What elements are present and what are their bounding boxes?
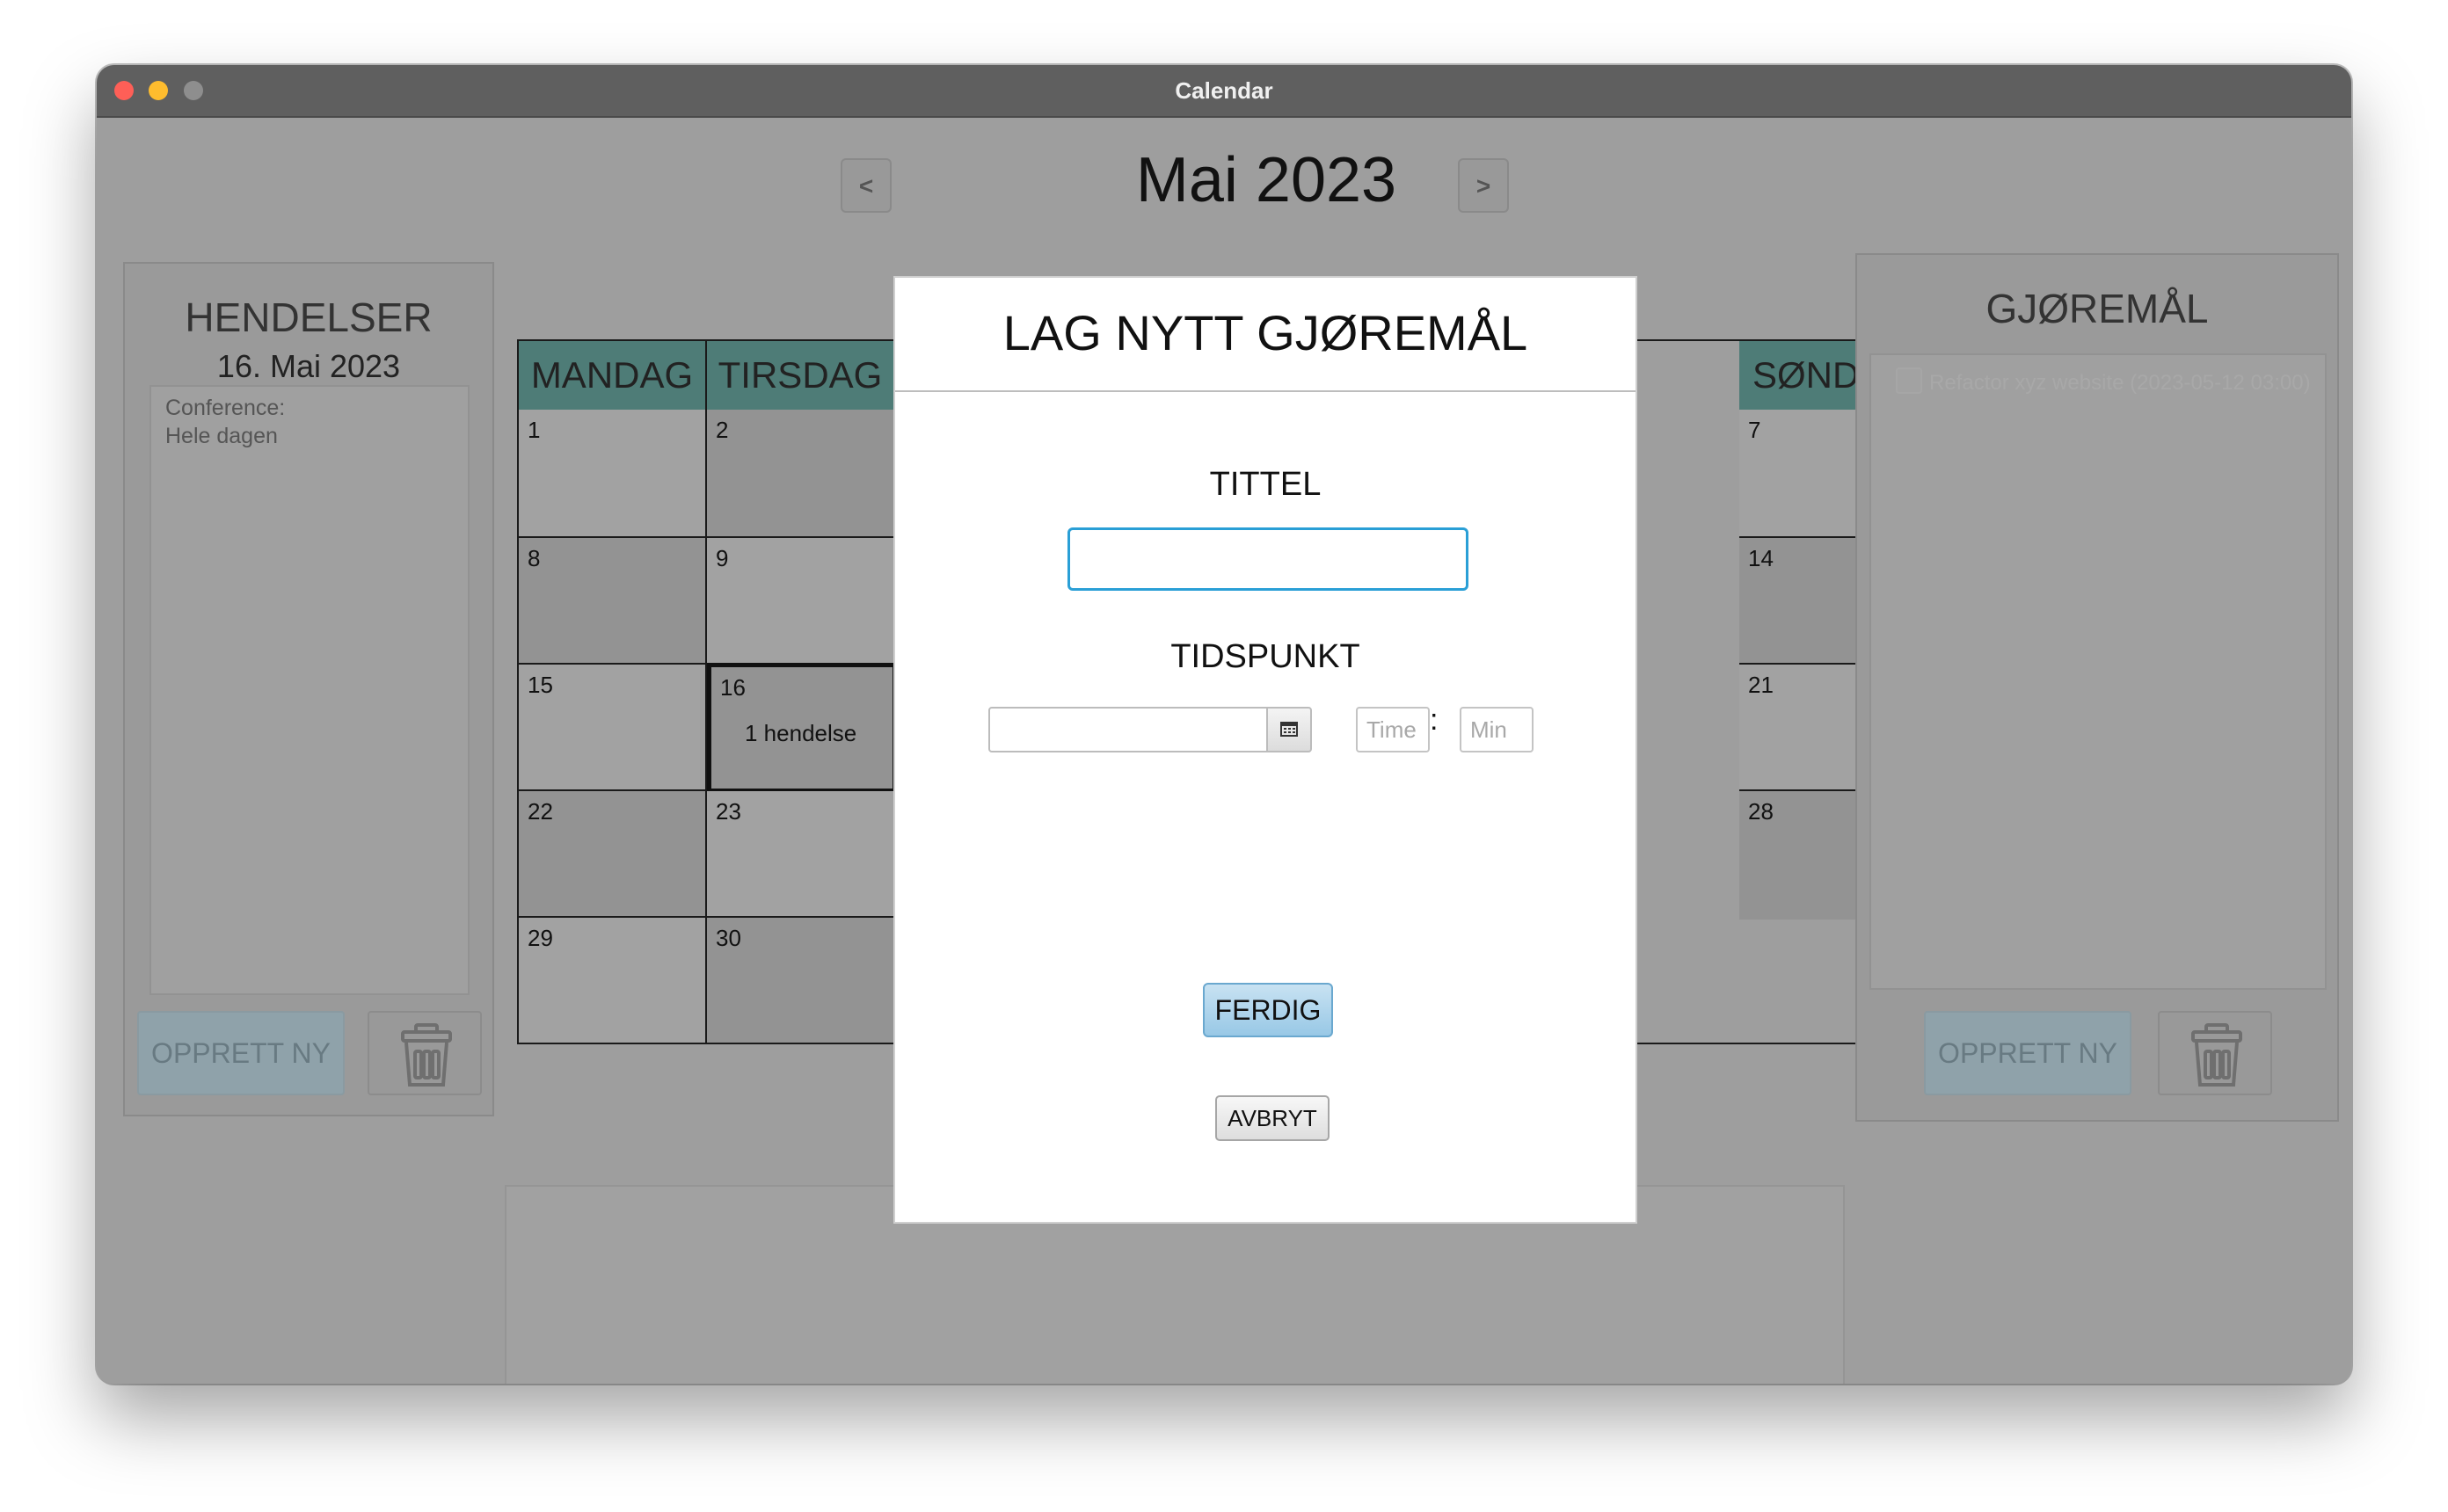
- event-name: Conference:: [165, 396, 286, 420]
- hour-input[interactable]: [1356, 707, 1430, 752]
- day-cell[interactable]: 29: [519, 918, 707, 1043]
- trash-icon: [2191, 1023, 2242, 1087]
- time-separator: :: [1430, 703, 1439, 737]
- day-number: 29: [528, 925, 553, 951]
- dialog-divider: [895, 390, 1636, 392]
- day-header-tuesday: TIRSDAG: [707, 341, 895, 410]
- day-cell[interactable]: 9: [707, 538, 895, 665]
- day-number: 22: [528, 798, 553, 825]
- previous-month-button[interactable]: <: [841, 158, 892, 213]
- todo-panel: GJØREMÅL Refactor xyz website (2023-05-1…: [1855, 253, 2339, 1122]
- date-picker-button[interactable]: [1266, 707, 1312, 752]
- delete-todo-button[interactable]: [2158, 1011, 2272, 1095]
- calendar-icon: [1280, 722, 1298, 737]
- create-todo-button[interactable]: OPPRETT NY: [1924, 1011, 2131, 1095]
- events-panel: HENDELSER 16. Mai 2023 Conference: Hele …: [123, 262, 494, 1116]
- dialog-title: LAG NYTT GJØREMÅL: [1002, 305, 1528, 360]
- day-cell[interactable]: 30: [707, 918, 895, 1043]
- day-cell[interactable]: 22: [519, 791, 707, 918]
- create-event-button[interactable]: OPPRETT NY: [137, 1011, 345, 1095]
- new-todo-dialog: LAG NYTT GJØREMÅL TITTEL TIDSPUNKT : FER…: [893, 276, 1637, 1224]
- todo-checkbox[interactable]: [1896, 367, 1922, 394]
- events-selected-date: 16. Mai 2023: [216, 348, 401, 384]
- event-count-label: 1 hendelse: [745, 720, 857, 746]
- trash-icon: [401, 1023, 452, 1087]
- minute-input[interactable]: [1460, 707, 1534, 752]
- day-number: 2: [716, 417, 729, 443]
- day-number: 15: [528, 672, 553, 698]
- day-number: 30: [716, 925, 741, 951]
- date-input[interactable]: [988, 707, 1268, 752]
- day-number: 28: [1748, 798, 1774, 825]
- todo-panel-title: GJØREMÅL: [1985, 286, 2209, 331]
- window-title: Calendar: [1175, 77, 1273, 104]
- day-cell[interactable]: 2: [707, 410, 895, 538]
- time-label: TIDSPUNKT: [1170, 638, 1360, 675]
- day-number: 9: [716, 545, 729, 571]
- events-panel-title: HENDELSER: [185, 294, 433, 340]
- day-number: 16: [720, 674, 746, 701]
- day-number: 1: [528, 417, 541, 443]
- day-number: 21: [1748, 672, 1774, 698]
- day-header-monday: MANDAG: [519, 341, 707, 410]
- month-title: Mai 2023: [1135, 145, 1397, 215]
- list-item[interactable]: Refactor xyz website (2023-05-12 03:00): [1871, 355, 2325, 408]
- list-item[interactable]: Conference: Hele dagen: [165, 394, 285, 450]
- day-cell[interactable]: 23: [707, 791, 895, 918]
- title-bar: Calendar: [97, 65, 2351, 118]
- title-input[interactable]: [1067, 527, 1468, 591]
- done-button[interactable]: FERDIG: [1203, 983, 1333, 1037]
- delete-event-button[interactable]: [368, 1011, 482, 1095]
- day-number: 8: [528, 545, 541, 571]
- day-number: 14: [1748, 545, 1774, 571]
- todo-list[interactable]: Refactor xyz website (2023-05-12 03:00): [1869, 353, 2327, 990]
- day-number: 7: [1748, 417, 1761, 443]
- title-label: TITTEL: [1209, 466, 1322, 503]
- todo-text: Refactor xyz website (2023-05-12 03:00): [1929, 371, 2311, 395]
- next-month-button[interactable]: >: [1458, 158, 1509, 213]
- events-list[interactable]: Conference: Hele dagen: [149, 385, 470, 995]
- day-number: 23: [716, 798, 741, 825]
- day-cell[interactable]: 8: [519, 538, 707, 665]
- day-cell-selected[interactable]: 16 1 hendelse: [707, 663, 897, 793]
- cancel-button[interactable]: AVBRYT: [1215, 1095, 1330, 1141]
- day-cell[interactable]: 1: [519, 410, 707, 538]
- event-time: Hele dagen: [165, 424, 278, 448]
- day-cell[interactable]: 15: [519, 665, 707, 791]
